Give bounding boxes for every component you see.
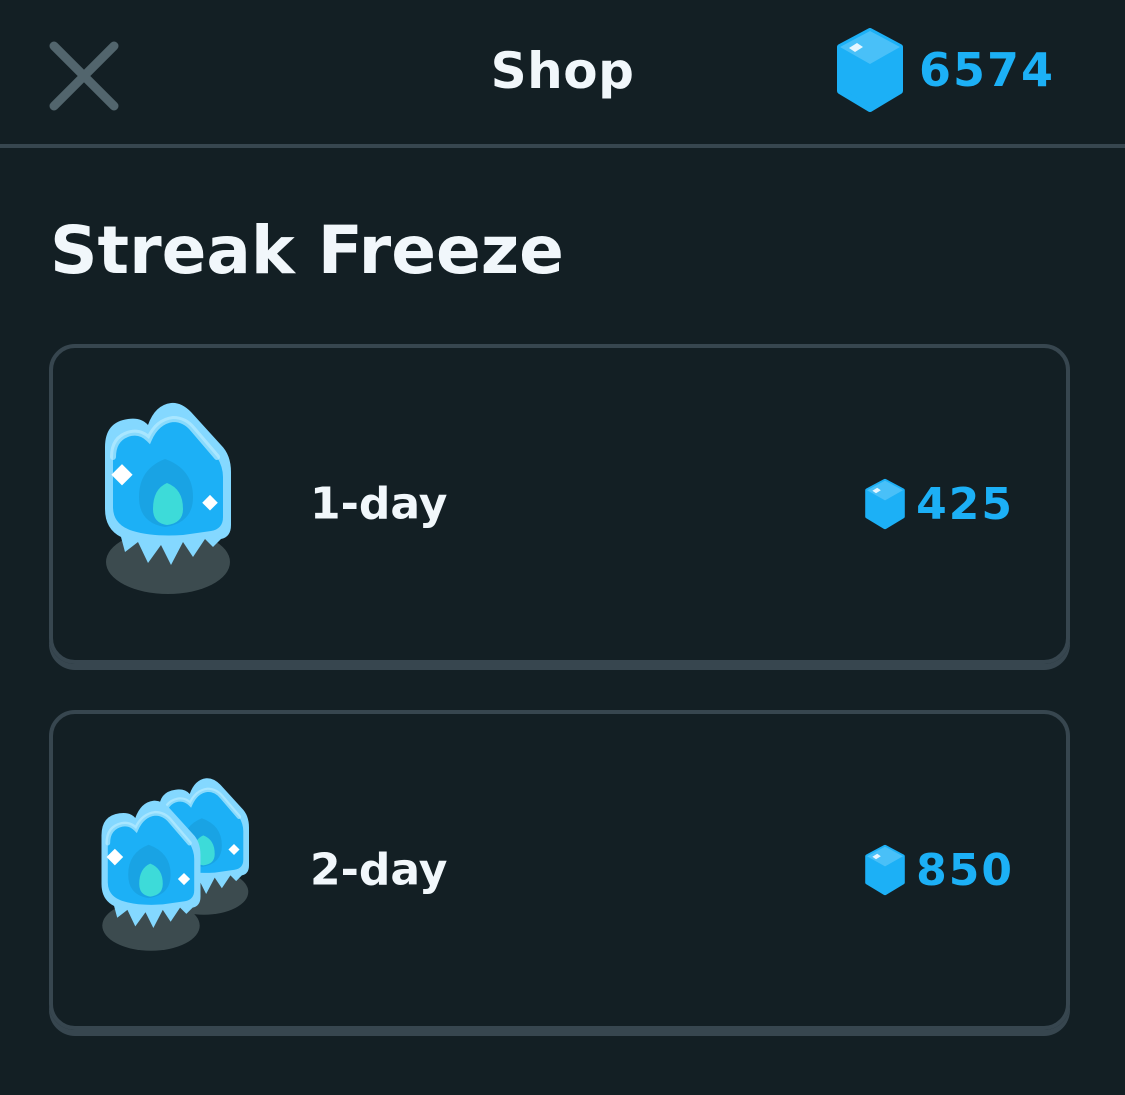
gem-count: 6574 [918, 43, 1055, 97]
shop-item-2-day[interactable]: 2-day 850 [49, 710, 1070, 1030]
header: Shop 6574 [0, 0, 1125, 145]
gem-icon [835, 28, 905, 112]
gem-icon [864, 844, 906, 896]
streak-freeze-single-icon [93, 397, 243, 611]
gem-icon [864, 478, 906, 530]
item-label: 2-day [310, 844, 448, 896]
item-price: 850 [864, 844, 1014, 896]
shop-item-1-day[interactable]: 1-day 425 [49, 344, 1070, 664]
header-divider [0, 144, 1125, 148]
gem-balance[interactable]: 6574 [835, 28, 1055, 112]
streak-freeze-double-icon [91, 770, 261, 970]
shop-screen: Shop 6574 Streak Freeze 1-day 425 2-day … [0, 0, 1125, 1095]
price-value: 425 [916, 478, 1014, 530]
item-price: 425 [864, 478, 1014, 530]
price-value: 850 [916, 844, 1014, 896]
section-title: Streak Freeze [50, 212, 564, 289]
item-label: 1-day [310, 478, 448, 530]
